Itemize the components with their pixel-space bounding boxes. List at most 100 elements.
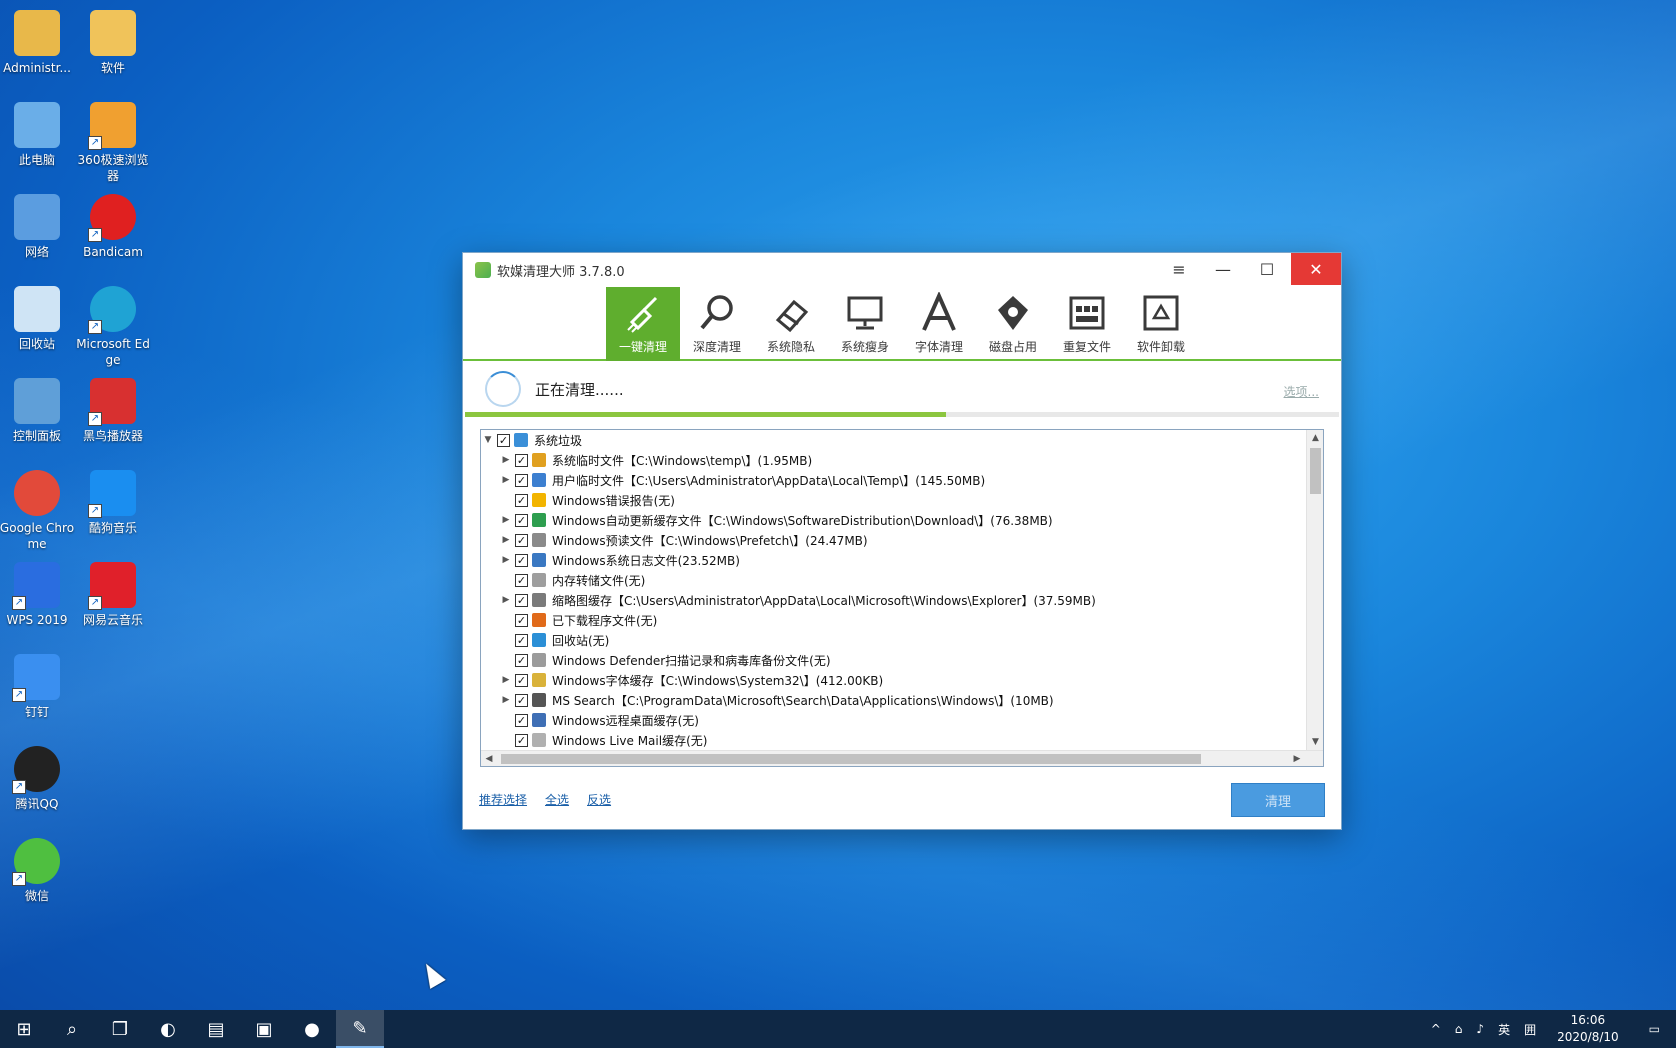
desktop-icon[interactable]: ↗ 腾讯QQ [0, 746, 75, 812]
item-checkbox[interactable]: ✓ [515, 593, 528, 607]
horizontal-scrollbar[interactable]: ◀ ▶ [481, 750, 1323, 766]
item-checkbox[interactable]: ✓ [515, 533, 528, 547]
collapse-arrow-icon[interactable]: ▼ [481, 435, 495, 445]
desktop-icon[interactable]: ↗ 网易云音乐 [75, 562, 151, 628]
item-checkbox[interactable]: ✓ [515, 713, 528, 727]
item-checkbox[interactable]: ✓ [515, 633, 528, 647]
tree-item-row[interactable]: ✓ Windows Live Mail缓存(无) [481, 730, 1305, 750]
store-icon[interactable]: ▣ [240, 1010, 288, 1048]
desktop-icon[interactable]: Administr... [0, 10, 75, 76]
scroll-right-arrow-icon[interactable]: ▶ [1289, 751, 1305, 766]
desktop-icon[interactable]: ↗ 黑鸟播放器 [75, 378, 151, 444]
scroll-down-arrow-icon[interactable]: ▼ [1307, 734, 1323, 750]
tree-root-row[interactable]: ▼ ✓ 系统垃圾 [481, 430, 1305, 450]
task-view-icon[interactable]: ❐ [96, 1010, 144, 1048]
tree-item-row[interactable]: ▶ ✓ Windows预读文件【C:\Windows\Prefetch\】(24.4… [481, 530, 1305, 550]
tree-item-row[interactable]: ✓ Windows Defender扫描记录和病毒库备份文件(无) [481, 650, 1305, 670]
tree-item-row[interactable]: ✓ Windows错误报告(无) [481, 490, 1305, 510]
desktop-icon[interactable]: ↗ 360极速浏览器 [75, 102, 151, 184]
item-checkbox[interactable]: ✓ [515, 673, 528, 687]
tree-item-row[interactable]: ▶ ✓ 系统临时文件【C:\Windows\temp\】(1.95MB) [481, 450, 1305, 470]
tree-item-row[interactable]: ✓ 回收站(无) [481, 630, 1305, 650]
item-checkbox[interactable]: ✓ [515, 733, 528, 747]
expand-arrow-icon[interactable]: ▶ [499, 675, 513, 685]
desktop-icon[interactable]: ↗ 钉钉 [0, 654, 75, 720]
system-junk-icon [514, 433, 528, 447]
desktop-icon[interactable]: ↗ Microsoft Edge [75, 286, 151, 368]
windows-start-icon[interactable]: ⊞ [0, 1010, 48, 1048]
desktop-icon[interactable]: 网络 [0, 194, 75, 260]
toolbar-tab[interactable]: 一键清理 [606, 287, 680, 361]
tree-item-row[interactable]: ▶ ✓ Windows系统日志文件(23.52MB) [481, 550, 1305, 570]
bandicam-icon[interactable]: ● [288, 1010, 336, 1048]
ime-mode-icon[interactable]: 囲 [1517, 1021, 1543, 1038]
tray-chevron-icon[interactable]: ^ [1424, 1022, 1448, 1036]
desktop-icon[interactable]: 回收站 [0, 286, 75, 352]
options-link[interactable]: 选项... [1284, 383, 1319, 400]
item-checkbox[interactable]: ✓ [515, 573, 528, 587]
root-checkbox[interactable]: ✓ [497, 433, 510, 447]
invert-select-link[interactable]: 反选 [587, 791, 611, 808]
close-button[interactable]: ✕ [1291, 253, 1341, 285]
expand-arrow-icon[interactable]: ▶ [499, 555, 513, 565]
minimize-button[interactable]: — [1201, 253, 1245, 285]
expand-arrow-icon[interactable]: ▶ [499, 595, 513, 605]
tree-item-row[interactable]: ▶ ✓ MS Search【C:\ProgramData\Microsoft\Sea… [481, 690, 1305, 710]
item-checkbox[interactable]: ✓ [515, 653, 528, 667]
tree-item-row[interactable]: ✓ Windows远程桌面缓存(无) [481, 710, 1305, 730]
tree-item-row[interactable]: ✓ 已下载程序文件(无) [481, 610, 1305, 630]
network-icon[interactable]: ⌂ [1448, 1022, 1470, 1036]
desktop-icon[interactable]: ↗ 微信 [0, 838, 75, 904]
scroll-up-arrow-icon[interactable]: ▲ [1307, 430, 1323, 446]
vertical-scroll-thumb[interactable] [1310, 448, 1321, 494]
item-checkbox[interactable]: ✓ [515, 493, 528, 507]
expand-arrow-icon[interactable]: ▶ [499, 475, 513, 485]
desktop-icon[interactable]: 控制面板 [0, 378, 75, 444]
desktop-icon[interactable]: 此电脑 [0, 102, 75, 168]
item-checkbox[interactable]: ✓ [515, 693, 528, 707]
desktop-icon[interactable]: Google Chrome [0, 470, 75, 552]
desktop-icon[interactable]: ↗ Bandicam [75, 194, 151, 260]
menu-button[interactable]: ≡ [1157, 253, 1201, 285]
toolbar-tab[interactable]: 磁盘占用 [976, 287, 1050, 361]
tree-item-row[interactable]: ▶ ✓ Windows字体缓存【C:\Windows\System32\】(412.… [481, 670, 1305, 690]
tree-item-row[interactable]: ✓ 内存转储文件(无) [481, 570, 1305, 590]
item-checkbox[interactable]: ✓ [515, 613, 528, 627]
ime-language[interactable]: 英 [1491, 1021, 1517, 1038]
toolbar-tab[interactable]: 软件卸载 [1124, 287, 1198, 361]
tree-item-row[interactable]: ▶ ✓ Windows自动更新缓存文件【C:\Windows\SoftwareDis… [481, 510, 1305, 530]
desktop-icon[interactable]: ↗ WPS 2019 [0, 562, 75, 628]
cleaner-app-icon[interactable]: ✎ [336, 1010, 384, 1048]
recommend-select-link[interactable]: 推荐选择 [479, 791, 527, 808]
vertical-scrollbar[interactable]: ▲ ▼ [1306, 430, 1323, 750]
select-all-link[interactable]: 全选 [545, 791, 569, 808]
clean-button[interactable]: 清理 [1231, 783, 1325, 817]
file-explorer-icon[interactable]: ▤ [192, 1010, 240, 1048]
item-checkbox[interactable]: ✓ [515, 473, 528, 487]
toolbar-tab[interactable]: 重复文件 [1050, 287, 1124, 361]
title-bar[interactable]: 软媒清理大师 3.7.8.0 ≡ — ☐ ✕ [463, 253, 1341, 287]
maximize-button[interactable]: ☐ [1245, 253, 1289, 285]
toolbar-tab[interactable]: 系统瘦身 [828, 287, 902, 361]
item-checkbox[interactable]: ✓ [515, 513, 528, 527]
volume-icon[interactable]: ♪ [1469, 1022, 1491, 1036]
search-icon[interactable]: ⌕ [48, 1010, 96, 1048]
expand-arrow-icon[interactable]: ▶ [499, 535, 513, 545]
toolbar-tab[interactable]: 深度清理 [680, 287, 754, 361]
horizontal-scroll-thumb[interactable] [501, 754, 1201, 764]
item-checkbox[interactable]: ✓ [515, 453, 528, 467]
desktop-icon[interactable]: ↗ 酷狗音乐 [75, 470, 151, 536]
tree-item-row[interactable]: ▶ ✓ 用户临时文件【C:\Users\Administrator\AppData\… [481, 470, 1305, 490]
notification-icon[interactable]: ▭ [1633, 1022, 1676, 1036]
expand-arrow-icon[interactable]: ▶ [499, 695, 513, 705]
tree-item-row[interactable]: ▶ ✓ 缩略图缓存【C:\Users\Administrator\AppData\L… [481, 590, 1305, 610]
desktop-icon[interactable]: 软件 [75, 10, 151, 76]
toolbar-tab[interactable]: 字体清理 [902, 287, 976, 361]
clock[interactable]: 16:06 2020/8/10 [1543, 1012, 1633, 1046]
item-checkbox[interactable]: ✓ [515, 553, 528, 567]
expand-arrow-icon[interactable]: ▶ [499, 515, 513, 525]
toolbar-tab[interactable]: 系统隐私 [754, 287, 828, 361]
scroll-left-arrow-icon[interactable]: ◀ [481, 751, 497, 766]
edge-icon[interactable]: ◐ [144, 1010, 192, 1048]
expand-arrow-icon[interactable]: ▶ [499, 455, 513, 465]
